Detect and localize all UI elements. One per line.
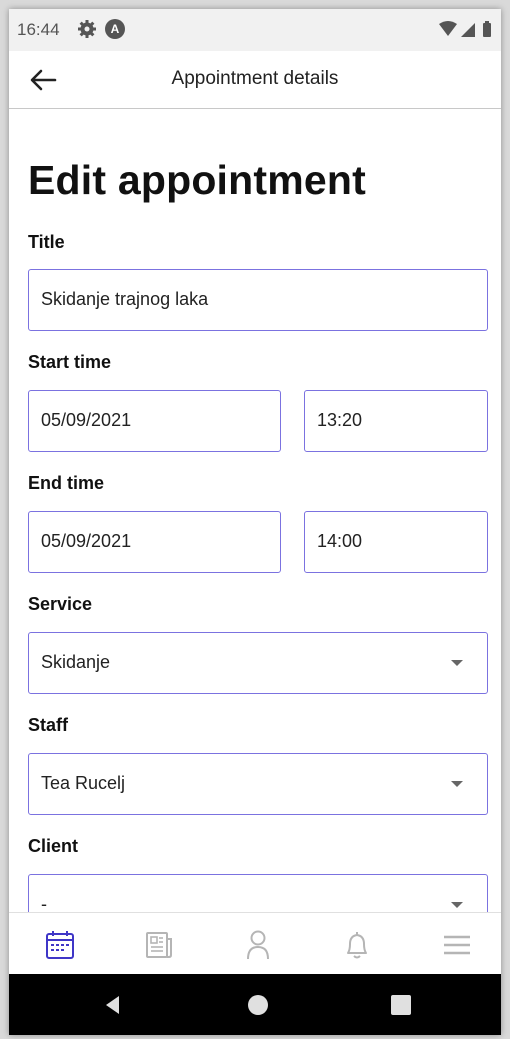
app-notification-icon: A [105, 19, 125, 39]
staff-label: Staff [28, 715, 68, 735]
start-date-input[interactable]: 05/09/2021 [28, 390, 281, 452]
app-bar: Appointment details [9, 51, 501, 109]
bell-icon[interactable] [339, 927, 375, 963]
form-heading: Edit appointment [28, 157, 367, 203]
system-home-icon[interactable] [246, 993, 270, 1017]
system-recents-icon[interactable] [389, 993, 413, 1017]
start-date-value: 05/09/2021 [41, 410, 132, 430]
staff-select-value: Tea Rucelj [41, 773, 126, 793]
page-title: Appointment details [171, 68, 339, 89]
service-select[interactable]: Skidanje [28, 632, 488, 694]
end-time-label: End time [28, 473, 105, 493]
status-bar: 16:44 A [9, 9, 501, 51]
start-time-input[interactable]: 13:20 [304, 390, 488, 452]
end-date-input[interactable]: 05/09/2021 [28, 511, 281, 573]
service-label: Service [28, 594, 93, 614]
status-time: 16:44 [17, 20, 60, 39]
title-input-value: Skidanje trajnog laka [41, 289, 209, 309]
title-input[interactable]: Skidanje trajnog laka [28, 269, 488, 331]
phone-screen: 16:44 A Appointment details Edit appoint… [9, 9, 501, 1035]
start-time-label: Start time [28, 352, 112, 372]
end-date-value: 05/09/2021 [41, 531, 132, 551]
wifi-icon [439, 21, 457, 36]
signal-icon [461, 23, 475, 37]
dropdown-arrow-icon [451, 902, 463, 908]
system-navigation-bar [9, 974, 501, 1035]
calendar-icon[interactable] [42, 927, 78, 963]
person-icon[interactable] [240, 927, 276, 963]
end-time-value: 14:00 [317, 531, 363, 551]
service-select-value: Skidanje [41, 652, 111, 672]
menu-icon[interactable] [439, 927, 475, 963]
dropdown-arrow-icon [451, 660, 463, 666]
system-back-icon[interactable] [101, 993, 125, 1017]
staff-select[interactable]: Tea Rucelj [28, 753, 488, 815]
title-label: Title [28, 232, 65, 252]
edit-form: Edit appointment Title Skidanje trajnog … [9, 109, 501, 919]
client-label: Client [28, 836, 79, 856]
bottom-navigation [9, 912, 501, 975]
dropdown-arrow-icon [451, 781, 463, 787]
news-icon[interactable] [141, 927, 177, 963]
battery-icon [483, 23, 491, 37]
end-time-input[interactable]: 14:00 [304, 511, 488, 573]
settings-gear-icon [78, 20, 96, 38]
start-time-value: 13:20 [317, 410, 363, 430]
status-icons [439, 21, 491, 37]
